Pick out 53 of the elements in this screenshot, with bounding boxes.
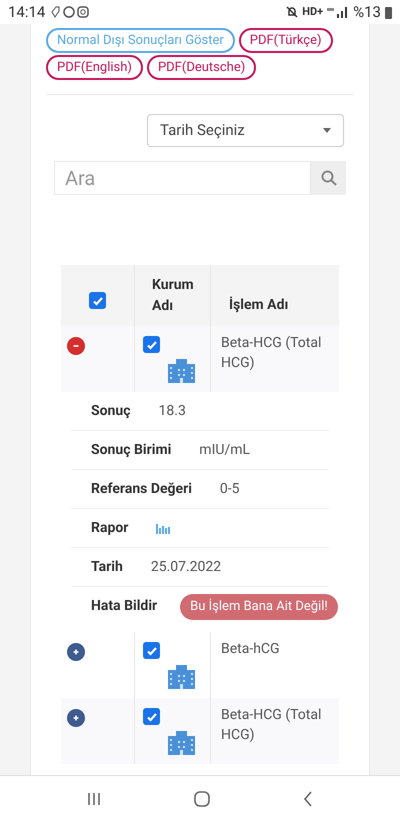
filter-button[interactable]: PDF(Deutsche): [146, 55, 256, 80]
check-icon: [92, 294, 104, 306]
detail-label: Referans Değeri: [91, 480, 192, 498]
back-icon[interactable]: [303, 791, 314, 807]
report-error-button[interactable]: Bu İşlem Bana Ait Değil!: [180, 594, 338, 620]
bar-chart-icon[interactable]: [156, 522, 170, 534]
detail-label: Hata Bildir: [91, 597, 158, 616]
cell-text: Beta-HCG (Total HCG): [221, 334, 322, 373]
detail-value: mIU/mL: [199, 440, 250, 460]
building-icon: [168, 357, 195, 383]
detail-label: Tarih: [91, 558, 123, 576]
plus-icon: [72, 648, 80, 656]
collapse-button[interactable]: [67, 337, 85, 355]
cell-text: Beta-HCG (Total HCG): [221, 706, 322, 745]
network-label: HD+: [302, 4, 324, 20]
check-icon: [146, 644, 158, 656]
checkbox[interactable]: [143, 336, 160, 353]
check-icon: [146, 338, 158, 350]
check-icon: [146, 710, 158, 722]
building-icon: [168, 729, 195, 755]
notification-icon: [49, 6, 90, 18]
checkbox[interactable]: [143, 642, 160, 659]
home-icon[interactable]: [194, 791, 210, 807]
detail-value: 18.3: [158, 402, 186, 420]
date-select[interactable]: Tarih Seçiniz: [147, 114, 344, 147]
building-icon: [168, 663, 195, 689]
expand-button[interactable]: [67, 709, 85, 727]
minus-icon: [72, 342, 80, 350]
filter-button[interactable]: PDF(English): [46, 55, 143, 80]
detail-value: 25.07.2022: [150, 558, 222, 576]
battery-level: %13: [353, 2, 381, 23]
checkbox[interactable]: [89, 292, 106, 309]
cell-text: Beta-hCG: [221, 640, 281, 659]
detail-label: Sonuç Birimi: [91, 440, 172, 460]
checkbox[interactable]: [143, 708, 160, 725]
mute-icon: [286, 6, 298, 18]
caret-icon: [323, 128, 331, 133]
expand-button[interactable]: [67, 643, 85, 661]
recent-apps-icon[interactable]: [86, 792, 101, 806]
detail-label: Rapor: [91, 518, 128, 538]
detail-value: 0-5: [220, 480, 240, 498]
search-button[interactable]: [311, 161, 346, 195]
battery-icon: [385, 6, 392, 18]
search-icon: [320, 170, 336, 186]
column-header: İşlem Adı: [229, 296, 288, 315]
detail-label: Sonuç: [91, 402, 131, 420]
date-select-value: Tarih Seçiniz: [160, 120, 245, 142]
search-field[interactable]: Ara: [54, 161, 311, 195]
status-time: 14:14: [8, 2, 46, 23]
signal-icon: [327, 6, 350, 18]
plus-icon: [72, 714, 80, 722]
filter-button[interactable]: PDF(Türkçe): [238, 28, 333, 53]
column-header: Kurum Adı: [152, 276, 195, 316]
